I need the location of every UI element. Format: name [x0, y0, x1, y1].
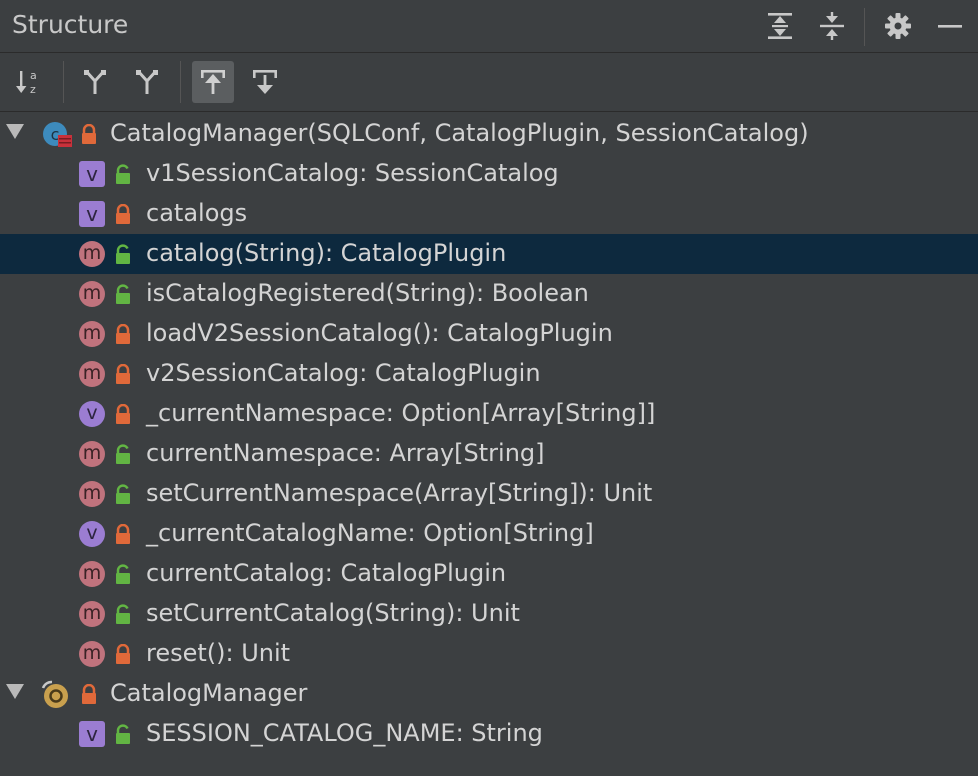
- method-icon: m: [79, 481, 105, 507]
- panel-title: Structure: [12, 10, 129, 39]
- tree-node-label: CatalogManager: [110, 679, 308, 707]
- tree-node-label: reset(): Unit: [146, 639, 291, 667]
- method-icon: m: [79, 281, 105, 307]
- tree-node-label: SESSION_CATALOG_NAME: String: [146, 719, 543, 747]
- tree-node-label: currentNamespace: Array[String]: [146, 439, 545, 467]
- tree-node-label: catalogs: [146, 199, 248, 227]
- show-inherited-button[interactable]: [74, 61, 116, 103]
- sort-alphabetically-icon: a z: [16, 69, 37, 96]
- tree-node-method[interactable]: m currentNamespace: Array[String]: [0, 434, 978, 474]
- toolbar-divider: [63, 61, 64, 103]
- tree-node-label: setCurrentNamespace(Array[String]): Unit: [146, 479, 653, 507]
- private-lock-icon: [116, 524, 130, 544]
- settings-button[interactable]: [880, 8, 916, 44]
- public-lock-icon: [116, 244, 130, 264]
- private-lock-icon: [116, 204, 130, 224]
- expand-all-button[interactable]: [762, 8, 798, 44]
- autoscroll-from-source-icon: [253, 70, 277, 94]
- tree-node-val[interactable]: v catalogs: [0, 194, 978, 234]
- method-icon: m: [79, 241, 105, 267]
- tree-node-label: loadV2SessionCatalog(): CatalogPlugin: [146, 319, 613, 347]
- public-lock-icon: [116, 604, 130, 624]
- tree-node-class-catalogmanager[interactable]: c CatalogManager(SQLConf, CatalogPlugin,…: [0, 114, 978, 154]
- tree-node-label: v1SessionCatalog: SessionCatalog: [146, 159, 559, 187]
- tree-node-label: setCurrentCatalog(String): Unit: [146, 599, 520, 627]
- minimize-icon: [938, 25, 962, 28]
- show-implicits-icon: [136, 69, 158, 94]
- class-icon: c: [43, 122, 72, 147]
- expand-arrow-icon[interactable]: [6, 684, 24, 699]
- var-icon: v: [79, 521, 105, 547]
- autoscroll-from-source-button[interactable]: [244, 61, 286, 103]
- var-icon: v: [79, 401, 105, 427]
- tree-node-label: catalog(String): CatalogPlugin: [146, 239, 507, 267]
- collapse-all-button[interactable]: [814, 8, 850, 44]
- val-icon: v: [79, 201, 105, 227]
- method-icon: m: [79, 441, 105, 467]
- tree-node-method-selected[interactable]: m catalog(String): CatalogPlugin: [0, 234, 978, 274]
- svg-text:a: a: [30, 69, 37, 82]
- method-icon: m: [79, 361, 105, 387]
- show-implicits-button[interactable]: [126, 61, 168, 103]
- gear-icon: [885, 13, 911, 39]
- method-icon: m: [79, 561, 105, 587]
- private-lock-icon: [116, 644, 130, 664]
- tree-node-method[interactable]: m isCatalogRegistered(String): Boolean: [0, 274, 978, 314]
- tree-node-label: v2SessionCatalog: CatalogPlugin: [146, 359, 541, 387]
- panel-header: Structure: [0, 0, 978, 53]
- val-icon: v: [79, 161, 105, 187]
- sort-alphabetically-button[interactable]: a z: [9, 61, 51, 103]
- tree-node-label: currentCatalog: CatalogPlugin: [146, 559, 507, 587]
- tree-node-label: CatalogManager(SQLConf, CatalogPlugin, S…: [110, 119, 809, 147]
- autoscroll-to-source-icon: [201, 70, 225, 94]
- public-lock-icon: [116, 484, 130, 504]
- svg-text:z: z: [30, 83, 36, 96]
- object-icon: [41, 680, 68, 708]
- method-icon: m: [79, 321, 105, 347]
- tree-node-method[interactable]: m reset(): Unit: [0, 634, 978, 674]
- private-lock-icon: [82, 124, 96, 144]
- tree-node-method[interactable]: m currentCatalog: CatalogPlugin: [0, 554, 978, 594]
- structure-toolbar: a z: [0, 53, 978, 112]
- method-icon: m: [79, 601, 105, 627]
- hide-panel-button[interactable]: [932, 8, 968, 44]
- tree-node-method[interactable]: m setCurrentCatalog(String): Unit: [0, 594, 978, 634]
- tree-node-label: _currentCatalogName: Option[String]: [146, 519, 594, 547]
- expand-all-icon: [768, 13, 792, 39]
- public-lock-icon: [116, 444, 130, 464]
- expand-arrow-icon[interactable]: [6, 124, 24, 139]
- autoscroll-to-source-button[interactable]: [192, 61, 234, 103]
- method-icon: m: [79, 641, 105, 667]
- tree-node-var[interactable]: v _currentCatalogName: Option[String]: [0, 514, 978, 554]
- show-inherited-icon: [84, 69, 106, 94]
- tree-node-val[interactable]: v v1SessionCatalog: SessionCatalog: [0, 154, 978, 194]
- tree-node-label: _currentNamespace: Option[Array[String]]: [146, 399, 656, 427]
- public-lock-icon: [116, 564, 130, 584]
- structure-panel: Structure a z c CatalogManager(SQLConf, …: [0, 0, 978, 776]
- private-lock-icon: [116, 324, 130, 344]
- private-lock-icon: [116, 404, 130, 424]
- public-lock-icon: [116, 724, 130, 744]
- private-lock-icon: [116, 364, 130, 384]
- tree-node-val[interactable]: v SESSION_CATALOG_NAME: String: [0, 714, 978, 754]
- header-divider: [864, 8, 865, 46]
- private-lock-icon: [82, 684, 96, 704]
- public-lock-icon: [116, 164, 130, 184]
- tree-node-method[interactable]: m v2SessionCatalog: CatalogPlugin: [0, 354, 978, 394]
- tree-node-var[interactable]: v _currentNamespace: Option[Array[String…: [0, 394, 978, 434]
- tree-node-method[interactable]: m setCurrentNamespace(Array[String]): Un…: [0, 474, 978, 514]
- val-icon: v: [79, 721, 105, 747]
- tree-node-method[interactable]: m loadV2SessionCatalog(): CatalogPlugin: [0, 314, 978, 354]
- collapse-all-icon: [820, 12, 844, 40]
- tree-node-object-catalogmanager[interactable]: CatalogManager: [0, 674, 978, 714]
- tree-node-label: isCatalogRegistered(String): Boolean: [146, 279, 589, 307]
- toolbar-divider: [180, 61, 181, 103]
- public-lock-icon: [116, 284, 130, 304]
